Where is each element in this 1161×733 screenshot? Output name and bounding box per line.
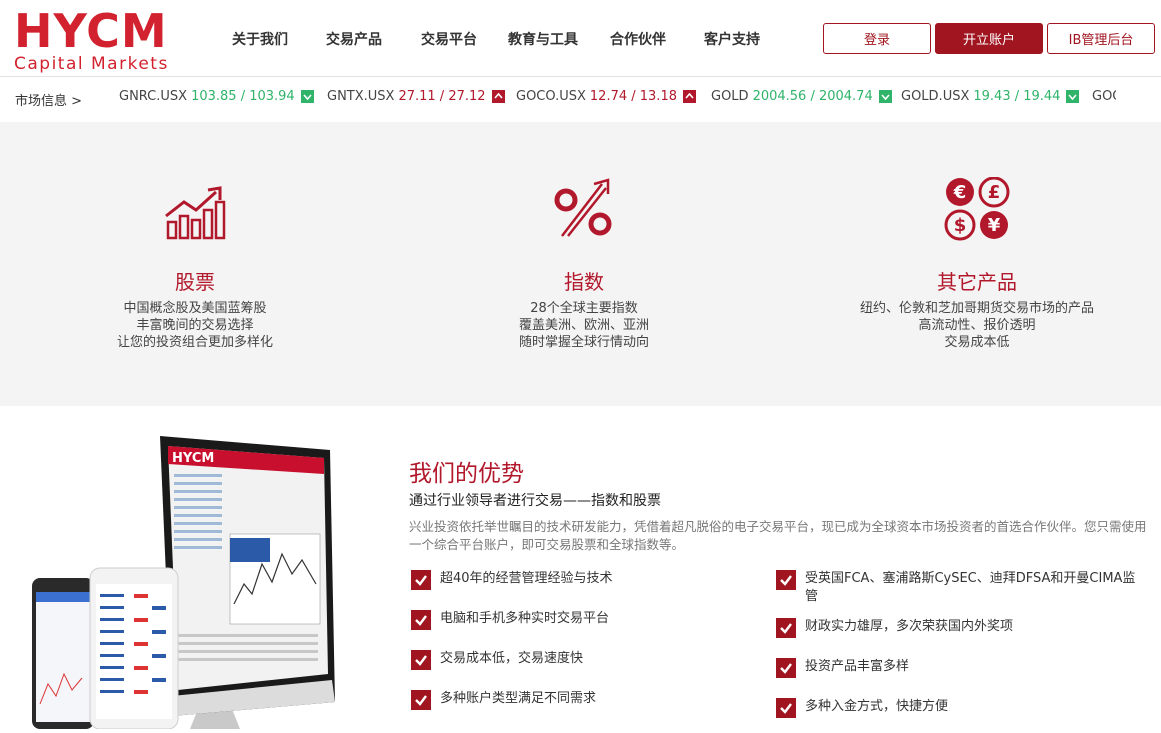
- screen-logo: HYCM: [172, 451, 214, 466]
- product-card-stocks[interactable]: 股票 中国概念股及美国蓝筹股 丰富晚间的交易选择 让您的投资组合更加多样化: [45, 122, 345, 406]
- up-icon: [682, 90, 696, 103]
- feature-text: 多种入金方式，快捷方便: [805, 699, 949, 714]
- devices-illustration: HYCM: [32, 436, 335, 730]
- logo-tagline: Capital Markets: [14, 54, 169, 74]
- bar-chart-up-icon: [164, 186, 226, 244]
- desc-line: 纽约、伦敦和芝加哥期货交易市场的产品: [859, 301, 1094, 316]
- feature-item: 受英国FCA、塞浦路斯CySEC、迪拜DFSA和开曼CIMA监管: [776, 570, 1136, 606]
- up-icon: [491, 90, 505, 103]
- desc-line: 让您的投资组合更加多样化: [116, 335, 273, 350]
- checkmark-icon: [776, 570, 796, 590]
- ticker-item[interactable]: GOO: [1092, 89, 1116, 104]
- nav-products[interactable]: 交易产品: [326, 29, 382, 49]
- advantages-title: 我们的优势: [409, 461, 524, 487]
- nav-education[interactable]: 教育与工具: [508, 29, 578, 49]
- ticker-symbol: GOLD.USX: [901, 89, 970, 104]
- desc-line: 中国概念股及美国蓝筹股: [123, 301, 267, 316]
- nav-about[interactable]: 关于我们: [232, 29, 288, 49]
- down-icon: [878, 90, 892, 103]
- ticker-price: 19.43 / 19.44: [973, 89, 1061, 104]
- advantages-description: 兴业投资依托举世瞩目的技术研发能力，凭借着超凡脱俗的电子交易平台，现已成为全球资…: [409, 519, 1147, 552]
- checkmark-icon: [776, 618, 796, 638]
- product-description: 纽约、伦敦和芝加哥期货交易市场的产品 高流动性、报价透明 交易成本低: [827, 300, 1127, 351]
- desc-line: 随时掌握全球行情动向: [518, 335, 649, 350]
- checkmark-icon: [411, 570, 431, 590]
- feature-item: 交易成本低，交易速度快: [411, 650, 751, 670]
- feature-text: 超40年的经营管理经验与技术: [440, 571, 613, 586]
- product-card-others[interactable]: € £ $ ¥ 其它产品 纽约、伦敦和芝加哥期货交易市场的产品 高流动性、报价透…: [827, 122, 1127, 406]
- svg-text:$: $: [954, 215, 967, 236]
- checkmark-icon: [411, 650, 431, 670]
- svg-text:€: €: [953, 182, 967, 203]
- ticker-symbol: GOLD: [711, 89, 749, 104]
- ticker-symbol: GNRC.USX: [119, 89, 188, 104]
- nav-platforms[interactable]: 交易平台: [421, 29, 477, 49]
- checkmark-icon: [776, 698, 796, 718]
- login-button[interactable]: 登录: [823, 23, 931, 54]
- feature-item: 多种账户类型满足不同需求: [411, 690, 751, 710]
- checkmark-icon: [411, 690, 431, 710]
- feature-text: 财政实力雄厚，多次荣获国内外奖项: [805, 619, 1014, 634]
- ticker-item[interactable]: GOLD.USX 19.43 / 19.44: [901, 89, 1080, 104]
- ticker-item[interactable]: GNRC.USX 103.85 / 103.94: [119, 89, 314, 104]
- desc-line: 高流动性、报价透明: [918, 318, 1036, 333]
- advantages-subtitle: 通过行业领导者进行交易——指数和股票: [409, 493, 661, 509]
- nav-support[interactable]: 客户支持: [704, 29, 760, 49]
- hycm-logo[interactable]: HYCM Capital Markets: [14, 4, 176, 74]
- feature-text: 受英国FCA、塞浦路斯CySEC、迪拜DFSA和开曼CIMA监管: [805, 571, 1136, 604]
- product-description: 28个全球主要指数 覆盖美洲、欧洲、亚洲 随时掌握全球行情动向: [434, 300, 734, 351]
- ticker-price: 27.11 / 27.12: [398, 89, 486, 104]
- svg-text:£: £: [988, 182, 1001, 203]
- ticker-price: 12.74 / 13.18: [589, 89, 677, 104]
- ticker-price: 103.85 / 103.94: [191, 89, 295, 104]
- desc-line: 28个全球主要指数: [530, 301, 638, 316]
- ticker-item[interactable]: GOCO.USX 12.74 / 13.18: [516, 89, 696, 104]
- feature-item: 多种入金方式，快捷方便: [776, 698, 1136, 718]
- svg-text:¥: ¥: [988, 215, 1001, 236]
- ticker-item[interactable]: GOLD 2004.56 / 2004.74: [711, 89, 892, 104]
- desc-line: 丰富晚间的交易选择: [136, 318, 254, 333]
- down-icon: [300, 90, 314, 103]
- product-title: 股票: [175, 270, 215, 294]
- ticker-item[interactable]: GNTX.USX 27.11 / 27.12: [327, 89, 505, 104]
- product-description: 中国概念股及美国蓝筹股 丰富晚间的交易选择 让您的投资组合更加多样化: [45, 300, 345, 351]
- feature-item: 财政实力雄厚，多次荣获国内外奖项: [776, 618, 1136, 638]
- feature-text: 多种账户类型满足不同需求: [440, 691, 597, 706]
- product-title: 其它产品: [937, 270, 1017, 294]
- product-card-indices[interactable]: 指数 28个全球主要指数 覆盖美洲、欧洲、亚洲 随时掌握全球行情动向: [434, 122, 734, 406]
- desc-line: 覆盖美洲、欧洲、亚洲: [518, 318, 649, 333]
- ticker-price: 2004.56 / 2004.74: [752, 89, 873, 104]
- currency-symbols-icon: € £ $ ¥: [944, 176, 1010, 245]
- site-header: HYCM Capital Markets 关于我们 交易产品 交易平台 教育与工…: [0, 0, 1161, 76]
- checkmark-icon: [411, 610, 431, 630]
- ticker-symbol: GOCO.USX: [516, 89, 586, 104]
- market-info-link[interactable]: 市场信息 >: [15, 90, 82, 109]
- market-ticker: 市场信息 > GNRC.USX 103.85 / 103.94 GNTX.USX…: [0, 76, 1161, 122]
- nav-partners[interactable]: 合作伙伴: [610, 29, 666, 49]
- ib-portal-button[interactable]: IB管理后台: [1047, 23, 1155, 54]
- feature-text: 电脑和手机多种实时交易平台: [440, 611, 610, 626]
- product-title: 指数: [564, 270, 604, 294]
- logo-wordmark: HYCM: [14, 4, 168, 58]
- trading-platform-devices-image: HYCM: [30, 434, 350, 730]
- open-account-button[interactable]: 开立账户: [935, 23, 1043, 54]
- feature-item: 电脑和手机多种实时交易平台: [411, 610, 751, 630]
- checkmark-icon: [776, 658, 796, 678]
- feature-item: 超40年的经营管理经验与技术: [411, 570, 751, 590]
- ticker-symbol: GNTX.USX: [327, 89, 395, 104]
- percent-arrow-icon: [552, 178, 616, 244]
- products-section: 股票 中国概念股及美国蓝筹股 丰富晚间的交易选择 让您的投资组合更加多样化 指数…: [0, 122, 1161, 406]
- down-icon: [1066, 90, 1080, 103]
- ticker-symbol: GOO: [1092, 89, 1116, 104]
- desc-line: 交易成本低: [944, 335, 1010, 350]
- feature-text: 投资产品丰富多样: [805, 659, 910, 674]
- feature-text: 交易成本低，交易速度快: [440, 651, 584, 666]
- feature-item: 投资产品丰富多样: [776, 658, 1136, 678]
